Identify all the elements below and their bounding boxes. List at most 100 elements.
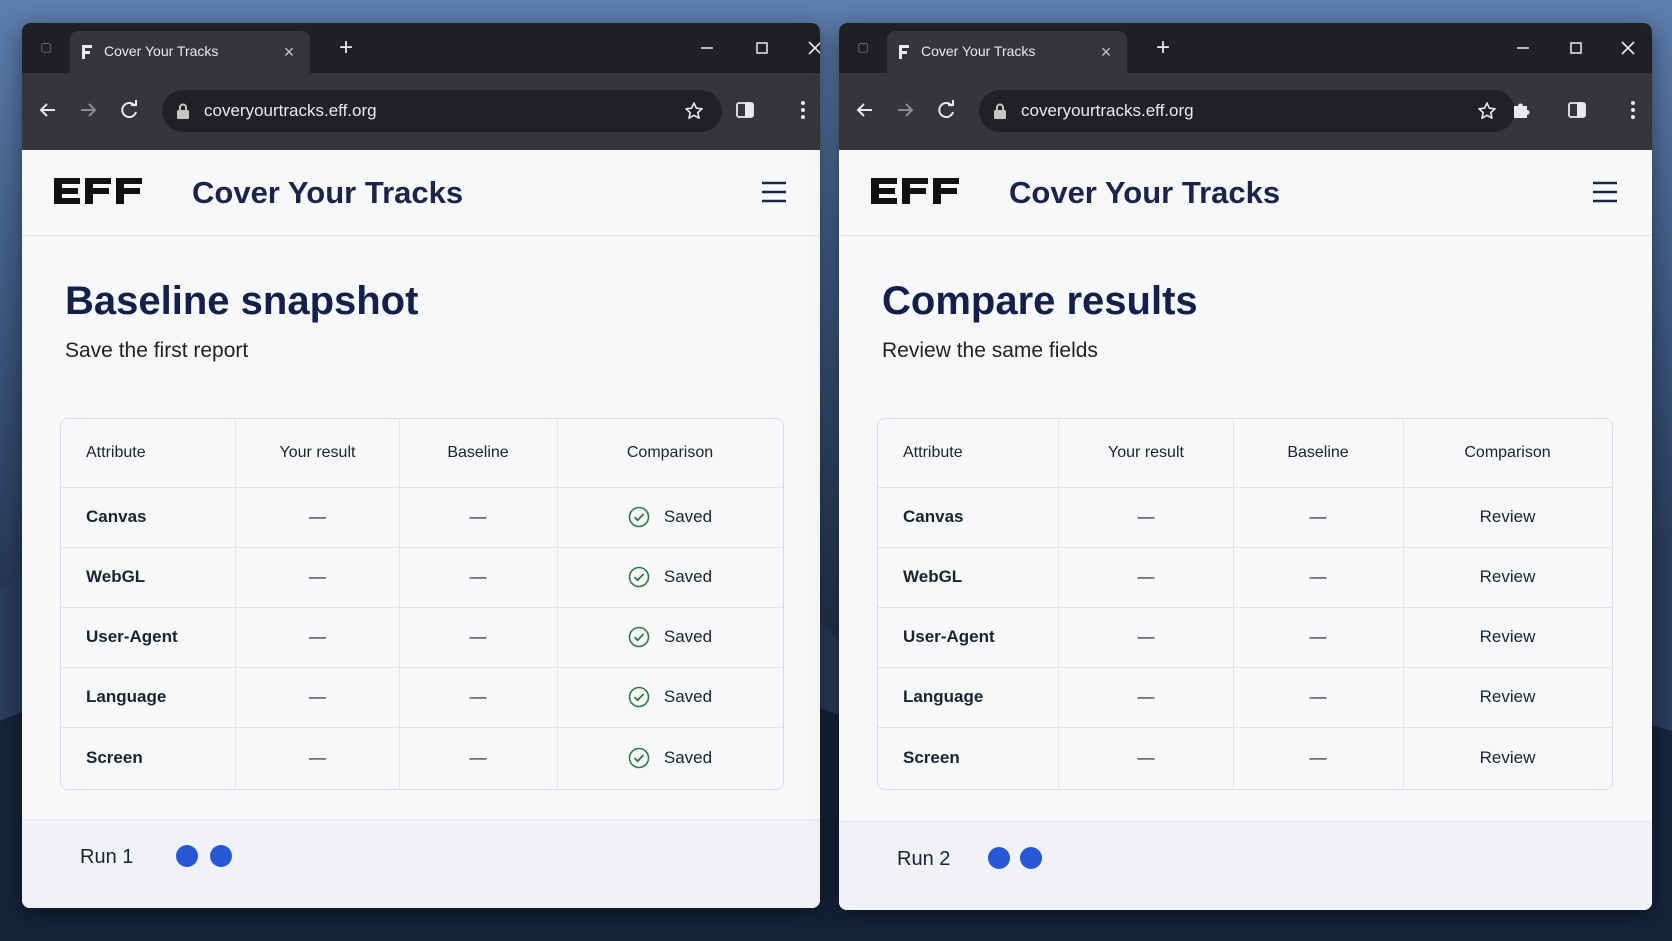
result-cell: —	[1059, 727, 1234, 789]
hamburger-menu-icon[interactable]	[1591, 180, 1619, 204]
url-text: coveryourtracks.eff.org	[204, 101, 377, 120]
forward-arrow-icon[interactable]	[75, 97, 101, 123]
baseline-cell: —	[399, 487, 558, 547]
table-row: User-Agent — — Saved	[61, 607, 783, 668]
attribute-cell: Language	[878, 667, 1059, 727]
header-your-result: Your result	[236, 419, 400, 487]
baseline-cell: —	[1233, 727, 1404, 789]
result-cell: —	[236, 727, 400, 789]
maximize-icon[interactable]	[1563, 35, 1589, 61]
attribute-cell: Canvas	[878, 487, 1059, 547]
close-window-icon[interactable]	[1615, 35, 1641, 61]
result-cell: —	[236, 607, 400, 667]
eff-logo[interactable]	[54, 178, 144, 204]
forward-arrow-icon[interactable]	[892, 97, 918, 123]
bookmark-star-icon[interactable]	[684, 101, 704, 121]
result-cell: —	[236, 667, 400, 727]
header-baseline: Baseline	[399, 419, 558, 487]
attribute-cell: Canvas	[61, 487, 236, 547]
header-attribute: Attribute	[878, 419, 1059, 487]
result-cell: —	[236, 487, 400, 547]
run-dot[interactable]	[210, 845, 232, 867]
minimize-icon[interactable]	[1510, 35, 1536, 61]
comparison-review-link[interactable]: Review	[1403, 667, 1612, 727]
browser-tab[interactable]: Cover Your Tracks ×	[70, 31, 310, 73]
attribute-cell: Screen	[878, 727, 1059, 789]
address-bar[interactable]: coveryourtracks.eff.org	[162, 90, 722, 132]
site-header: Cover Your Tracks	[839, 150, 1652, 236]
new-tab-icon[interactable]: +	[334, 36, 358, 61]
reload-icon[interactable]	[933, 97, 959, 123]
comparison-review-link[interactable]: Review	[1403, 487, 1612, 547]
menu-kebab-icon[interactable]	[790, 97, 816, 123]
tab-search-icon[interactable]: ▢	[853, 37, 873, 57]
back-arrow-icon[interactable]	[35, 97, 61, 123]
table-row: Canvas — — Review	[878, 487, 1612, 548]
page-subheading: Review the same fields	[882, 339, 1098, 362]
attribute-cell: User-Agent	[61, 607, 236, 667]
results-table: Attribute Your result Baseline Compariso…	[877, 418, 1613, 790]
comparison-cell: Saved	[557, 487, 783, 547]
baseline-cell: —	[399, 667, 558, 727]
check-circle-icon	[628, 626, 650, 648]
run-label: Run 2	[897, 848, 951, 870]
table-row: Language — — Review	[878, 667, 1612, 728]
header-comparison: Comparison	[1464, 444, 1551, 461]
side-panel-icon[interactable]	[1564, 97, 1590, 123]
page-subheading: Save the first report	[65, 339, 249, 362]
attribute-cell: User-Agent	[878, 607, 1059, 667]
run-footer: Run 1	[22, 819, 820, 908]
results-table: Attribute Your result Baseline Compariso…	[60, 418, 784, 790]
site-title[interactable]: Cover Your Tracks	[1009, 175, 1280, 211]
bookmark-star-icon[interactable]	[1477, 101, 1497, 121]
site-title[interactable]: Cover Your Tracks	[192, 175, 463, 211]
browser-toolbar: coveryourtracks.eff.org	[22, 73, 820, 150]
comparison-review-link[interactable]: Review	[1403, 607, 1612, 667]
browser-tab[interactable]: Cover Your Tracks ×	[887, 31, 1127, 73]
comparison-status: Saved	[663, 567, 713, 586]
menu-kebab-icon[interactable]	[1620, 97, 1646, 123]
browser-window-left: ▢ Cover Your Tracks × + coveryourtracks.…	[22, 23, 820, 908]
comparison-review-link[interactable]: Review	[1403, 547, 1612, 607]
hamburger-menu-icon[interactable]	[760, 180, 788, 204]
extensions-puzzle-icon[interactable]	[1508, 97, 1534, 123]
reload-icon[interactable]	[116, 97, 142, 123]
tab-close-icon[interactable]: ×	[278, 41, 300, 63]
side-panel-icon[interactable]	[732, 97, 758, 123]
page-content: Cover Your Tracks Baseline snapshot Save…	[22, 150, 820, 908]
tab-close-icon[interactable]: ×	[1095, 41, 1117, 63]
result-cell: —	[1059, 547, 1234, 607]
baseline-cell: —	[1233, 667, 1404, 727]
attribute-cell: WebGL	[61, 547, 236, 607]
minimize-icon[interactable]	[694, 35, 720, 61]
run-footer: Run 2	[839, 821, 1652, 910]
header-comparison: Comparison	[626, 444, 714, 461]
maximize-icon[interactable]	[749, 35, 775, 61]
close-window-icon[interactable]	[802, 35, 820, 61]
comparison-status: Saved	[663, 687, 713, 706]
comparison-cell: Saved	[557, 667, 783, 727]
lock-icon	[994, 103, 1006, 119]
table-header-row: Attribute Your result Baseline Compariso…	[878, 419, 1612, 488]
check-circle-icon	[628, 747, 650, 769]
attribute-cell: Language	[61, 667, 236, 727]
run-label: Run 1	[80, 846, 134, 868]
table-row: Screen — — Review	[878, 727, 1612, 789]
back-arrow-icon[interactable]	[852, 97, 878, 123]
comparison-cell: Saved	[557, 607, 783, 667]
run-dot[interactable]	[988, 847, 1010, 869]
new-tab-icon[interactable]: +	[1151, 36, 1175, 61]
baseline-cell: —	[1233, 487, 1404, 547]
baseline-cell: —	[1233, 547, 1404, 607]
address-bar[interactable]: coveryourtracks.eff.org	[979, 90, 1515, 132]
run-dot[interactable]	[1020, 847, 1042, 869]
header-baseline: Baseline	[1233, 419, 1404, 487]
comparison-status: Saved	[663, 507, 713, 526]
page-heading: Compare results	[882, 279, 1198, 323]
run-dot[interactable]	[176, 845, 198, 867]
tab-search-icon[interactable]: ▢	[36, 37, 56, 57]
comparison-review-link[interactable]: Review	[1403, 727, 1612, 789]
eff-logo[interactable]	[871, 178, 961, 204]
check-circle-icon	[628, 506, 650, 528]
check-circle-icon	[628, 566, 650, 588]
